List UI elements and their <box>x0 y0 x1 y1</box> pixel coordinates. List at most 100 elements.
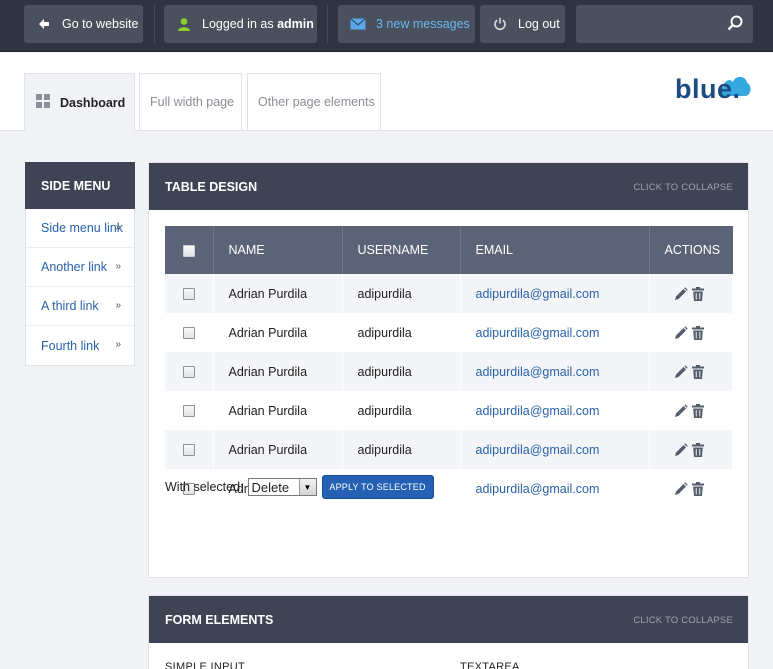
collapse-link[interactable]: CLICK TO COLLAPSE <box>633 615 733 626</box>
bulk-action-select[interactable]: Delete ▼ <box>247 478 317 496</box>
chevron-right-icon: » <box>115 339 121 350</box>
cell-actions <box>649 469 733 508</box>
column-header-email[interactable]: EMAIL <box>460 226 650 274</box>
simple-input-label: SIMPLE INPUT <box>165 661 246 669</box>
table-row: Adrian Purdilaadipurdilaadipurdila@gmail… <box>165 313 733 352</box>
row-checkbox[interactable] <box>183 366 195 379</box>
trash-icon[interactable] <box>691 403 704 418</box>
tab-full-width-page[interactable]: Full width page <box>139 73 242 130</box>
separator <box>154 5 155 43</box>
user-icon <box>176 16 192 32</box>
tab-label: Dashboard <box>60 95 126 110</box>
bulk-actions: With selected: Delete ▼ APPLY TO SELECTE… <box>165 475 434 499</box>
side-menu-item[interactable]: Fourth link » <box>26 326 134 365</box>
logged-in-button[interactable]: Logged in as admin <box>164 5 317 43</box>
tab-other-page-elements[interactable]: Other page elements <box>247 73 381 130</box>
table-row: Adrian Purdilaadipurdilaadipurdila@gmail… <box>165 391 733 430</box>
chevron-right-icon: » <box>115 222 121 233</box>
search-input[interactable] <box>576 5 753 43</box>
side-menu-item[interactable]: Another link » <box>26 248 134 287</box>
logout-button[interactable]: Log out <box>480 5 565 43</box>
cell-username: adipurdila <box>342 274 461 313</box>
cell-email[interactable]: adipurdila@gmail.com <box>460 274 650 313</box>
column-header-username[interactable]: USERNAME <box>342 226 461 274</box>
cell-email[interactable]: adipurdila@gmail.com <box>460 313 650 352</box>
cell-name: Adrian Purdila <box>213 274 343 313</box>
trash-icon[interactable] <box>691 364 704 379</box>
trash-icon[interactable] <box>691 442 704 457</box>
cell-email[interactable]: adipurdila@gmail.com <box>460 352 650 391</box>
row-checkbox-cell <box>165 430 214 469</box>
messages-button[interactable]: 3 new messages <box>338 5 475 43</box>
row-checkbox[interactable] <box>183 327 195 340</box>
side-menu-item[interactable]: Side menu link» <box>26 209 134 248</box>
row-checkbox-cell <box>165 313 214 352</box>
power-icon <box>492 16 508 32</box>
table-row: Adrian Purdilaadipurdilaadipurdila@gmail… <box>165 430 733 469</box>
messages-label: 3 new messages <box>376 17 470 31</box>
table-header-row: NAME USERNAME EMAIL ACTIONS <box>165 226 733 274</box>
select-all-cell <box>165 226 214 274</box>
dropdown-arrow-icon[interactable]: ▼ <box>298 479 316 495</box>
tab-label: Other page elements <box>258 95 375 109</box>
textarea-label: TEXTAREA <box>460 661 520 669</box>
cell-actions <box>649 391 733 430</box>
row-checkbox-cell <box>165 391 214 430</box>
trash-icon[interactable] <box>691 481 704 496</box>
row-checkbox[interactable] <box>183 288 195 301</box>
tab-dashboard[interactable]: Dashboard <box>24 73 135 131</box>
edit-pencil-icon[interactable] <box>674 287 688 301</box>
collapse-link[interactable]: CLICK TO COLLAPSE <box>633 182 733 193</box>
cell-name: Adrian Purdila <box>213 313 343 352</box>
column-header-actions: ACTIONS <box>649 226 733 274</box>
edit-pencil-icon[interactable] <box>674 443 688 457</box>
side-menu-item[interactable]: A third link » <box>26 287 134 326</box>
top-bar: Go to website Logged in as admin 3 new m… <box>0 0 773 52</box>
side-menu-link[interactable]: Side menu link <box>41 221 123 235</box>
side-menu-link[interactable]: Fourth link <box>41 339 99 353</box>
cell-actions <box>649 352 733 391</box>
chevron-right-icon: » <box>115 261 121 272</box>
cell-name: Adrian Purdila <box>213 352 343 391</box>
table-row: Adrian Purdilaadipurdilaadipurdila@gmail… <box>165 274 733 313</box>
logout-label: Log out <box>518 17 560 31</box>
go-to-website-button[interactable]: Go to website <box>24 5 143 43</box>
edit-pencil-icon[interactable] <box>674 365 688 379</box>
side-menu-title: SIDE MENU <box>25 162 135 209</box>
tab-label: Full width page <box>150 95 235 109</box>
trash-icon[interactable] <box>691 286 704 301</box>
side-menu-link[interactable]: Another link <box>41 260 107 274</box>
logged-in-label: Logged in as admin <box>202 17 314 31</box>
edit-pencil-icon[interactable] <box>674 482 688 496</box>
cell-name: Adrian Purdila <box>213 430 343 469</box>
row-checkbox[interactable] <box>183 444 195 457</box>
apply-to-selected-button[interactable]: APPLY TO SELECTED <box>321 475 434 499</box>
arrow-left-icon <box>36 16 52 32</box>
cell-email[interactable]: adipurdila@gmail.com <box>460 469 650 508</box>
envelope-icon <box>350 16 366 32</box>
go-to-website-label: Go to website <box>62 17 139 31</box>
with-selected-label: With selected: <box>165 480 244 494</box>
panel-title: TABLE DESIGN <box>165 179 258 194</box>
row-checkbox[interactable] <box>183 405 195 418</box>
form-elements-panel: FORM ELEMENTS CLICK TO COLLAPSE SIMPLE I… <box>148 595 749 669</box>
bulk-action-value: Delete <box>251 479 290 495</box>
logo[interactable]: blue. <box>675 74 741 105</box>
cell-email[interactable]: adipurdila@gmail.com <box>460 430 650 469</box>
side-menu-list: Side menu link» Another link» A third li… <box>25 209 135 366</box>
side-menu-link[interactable]: A third link <box>41 299 99 313</box>
cell-actions <box>649 313 733 352</box>
column-header-name[interactable]: NAME <box>213 226 343 274</box>
table-row: Adrian Purdilaadipurdilaadipurdila@gmail… <box>165 352 733 391</box>
cell-actions <box>649 430 733 469</box>
select-all-checkbox[interactable] <box>183 244 195 257</box>
search-icon[interactable] <box>727 15 743 34</box>
edit-pencil-icon[interactable] <box>674 326 688 340</box>
cell-email[interactable]: adipurdila@gmail.com <box>460 391 650 430</box>
trash-icon[interactable] <box>691 325 704 340</box>
cell-username: adipurdila <box>342 352 461 391</box>
cell-username: adipurdila <box>342 391 461 430</box>
cell-username: adipurdila <box>342 313 461 352</box>
panel-title: FORM ELEMENTS <box>165 612 274 627</box>
edit-pencil-icon[interactable] <box>674 404 688 418</box>
